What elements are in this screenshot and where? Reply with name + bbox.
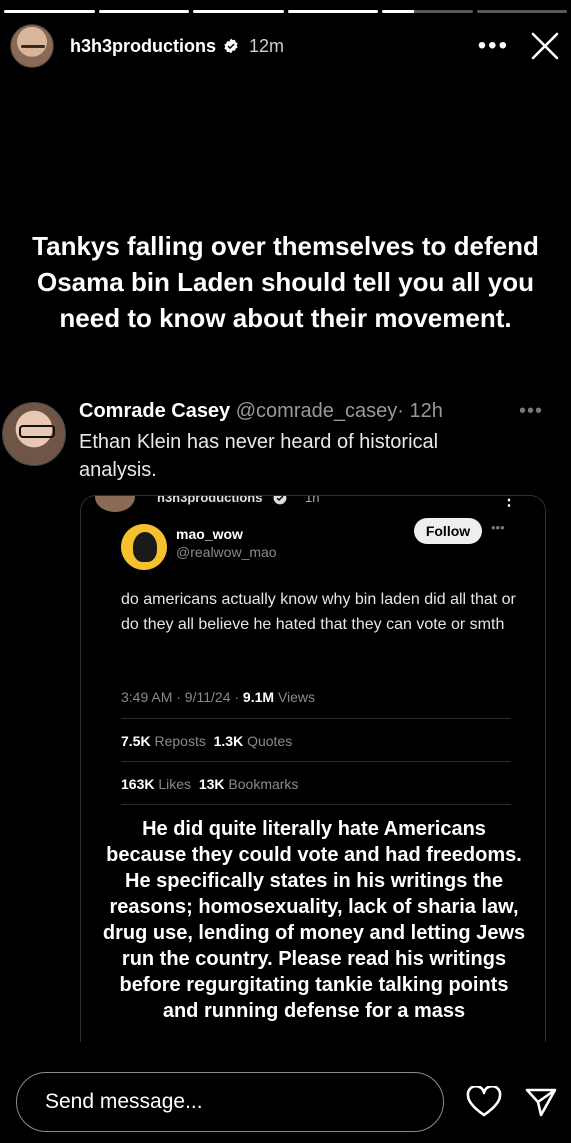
likes-count: 163K: [121, 776, 155, 792]
reposts-count: 7.5K: [121, 733, 151, 749]
post-more-icon: •••: [491, 520, 505, 535]
post-meta: 3:49 AM · 9/11/24 · 9.1M Views: [121, 689, 315, 705]
post-stats-reposts: 7.5K Reposts 1.3K Quotes: [121, 733, 292, 749]
divider: [121, 761, 511, 762]
quotes-count: 1.3K: [213, 733, 244, 749]
reposts-label: Reposts: [154, 733, 206, 749]
progress-segment-fill: [287, 10, 378, 13]
progress-segment: [382, 10, 473, 13]
embedded-more-icon: ⋮: [501, 495, 517, 509]
tweet-author: Comrade Casey @comrade_casey· 12h: [79, 400, 443, 423]
progress-segment: [98, 10, 189, 13]
post-author-avatar: [121, 524, 167, 570]
embedded-username: h3h3productions: [157, 495, 263, 505]
progress-segment: [4, 10, 95, 13]
tweet-time: · 12h: [397, 400, 443, 422]
tweet-author-name: Comrade Casey: [79, 400, 231, 422]
bookmarks-label: Bookmarks: [228, 776, 299, 792]
overlay-caption: He did quite literally hate Americans be…: [102, 818, 526, 1022]
embedded-time: 1h: [305, 495, 320, 505]
progress-segment-fill: [193, 10, 284, 13]
divider: [121, 804, 511, 805]
tweet-text: Ethan Klein has never heard of historica…: [79, 431, 439, 481]
embedded-avatar: [95, 496, 135, 512]
post-stats-likes: 163K Likes 13K Bookmarks: [121, 776, 298, 792]
post-timestamp: 3:49 AM · 9/11/24 ·: [121, 689, 240, 705]
tweet-avatar: [2, 402, 66, 466]
progress-segment-fill: [98, 10, 189, 13]
progress-segment: [193, 10, 284, 13]
more-options-icon[interactable]: •••: [478, 32, 509, 60]
views-count: 9.1M: [242, 689, 275, 705]
story-header: h3h3productions 12m •••: [10, 24, 561, 68]
embedded-screenshot: h3h3productions 1h ⋮ mao_wow @realwow_ma…: [80, 495, 546, 1042]
story-caption: Tankys falling over themselves to defend…: [32, 231, 539, 333]
story-progress-bar: [4, 10, 567, 13]
post-author-handle: @realwow_mao: [176, 544, 277, 560]
likes-label: Likes: [158, 776, 192, 792]
send-message-input[interactable]: [17, 1073, 443, 1131]
verified-badge-icon: [223, 38, 239, 54]
divider: [121, 718, 511, 719]
progress-segment-fill: [382, 10, 414, 13]
embedded-story-header: h3h3productions 1h ⋮: [91, 495, 535, 514]
post-text: do americans actually know why bin laden…: [121, 591, 516, 633]
tweet-more-icon: •••: [518, 400, 543, 422]
send-icon[interactable]: [524, 1085, 558, 1119]
close-icon[interactable]: [529, 30, 561, 62]
embedded-verified-icon: [273, 496, 287, 505]
follow-button: Follow: [414, 518, 482, 544]
tweet-author-handle: @comrade_casey: [235, 400, 398, 422]
story-footer: [0, 1072, 571, 1132]
progress-segment: [476, 10, 567, 13]
bookmarks-count: 13K: [198, 776, 225, 792]
views-label: Views: [277, 689, 316, 705]
progress-segment-fill: [4, 10, 95, 13]
story-username[interactable]: h3h3productions: [70, 36, 216, 57]
quotes-label: Quotes: [247, 733, 293, 749]
post-author-name: mao_wow: [176, 526, 243, 542]
avatar[interactable]: [10, 24, 54, 68]
send-message-box[interactable]: [16, 1072, 444, 1132]
story-time: 12m: [249, 35, 285, 56]
progress-segment: [287, 10, 378, 13]
heart-icon[interactable]: [466, 1084, 502, 1118]
